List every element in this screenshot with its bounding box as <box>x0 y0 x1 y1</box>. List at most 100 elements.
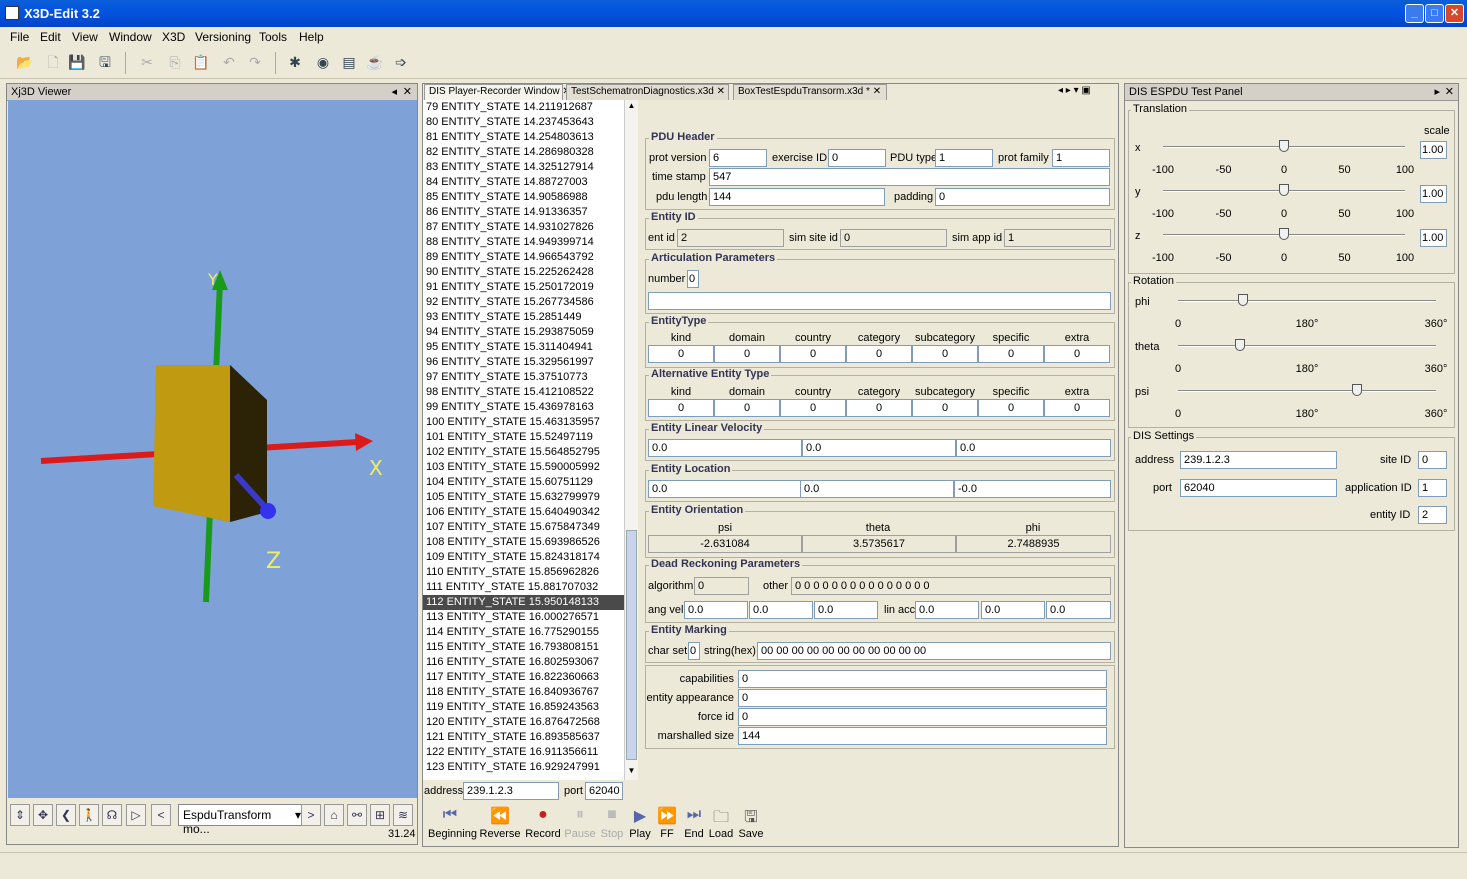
menu-x3d[interactable]: X3D <box>162 30 185 44</box>
location-z-field[interactable]: -0.0 <box>954 480 1111 498</box>
list-item[interactable]: 94 ENTITY_STATE 15.293875059 <box>423 325 624 340</box>
charset-field[interactable]: 0 <box>688 642 700 660</box>
paste-icon[interactable]: 📋 <box>191 52 211 72</box>
other-field[interactable]: 0 0 0 0 0 0 0 0 0 0 0 0 0 0 0 <box>791 577 1111 595</box>
type-extra-field[interactable]: 0 <box>1044 345 1110 363</box>
sim-site-id-field[interactable]: 0 <box>840 229 947 247</box>
menu-edit[interactable]: Edit <box>40 30 61 44</box>
play-mode-icon[interactable]: ▷ <box>126 804 146 826</box>
tab-player-recorder[interactable]: DIS Player-Recorder Window ✕ <box>424 84 571 100</box>
phi-field[interactable]: 2.7488935 <box>956 535 1111 553</box>
type-subcategory-field[interactable]: 0 <box>912 399 978 417</box>
java-icon[interactable]: ☕ <box>365 52 385 72</box>
type-domain-field[interactable]: 0 <box>714 345 780 363</box>
binoculars-icon[interactable]: ⚯ <box>347 804 367 826</box>
rotation-slider-psi[interactable] <box>1178 390 1436 392</box>
theta-field[interactable]: 3.5735617 <box>802 535 956 553</box>
type-country-field[interactable]: 0 <box>780 399 846 417</box>
appearance-field[interactable]: 0 <box>738 689 1107 707</box>
espdu-entity-id-field[interactable]: 2 <box>1418 506 1447 524</box>
lin-acc-x-field[interactable]: 0.0 <box>915 601 979 619</box>
list-item[interactable]: 115 ENTITY_STATE 16.793808151 <box>423 640 624 655</box>
scale-field-x[interactable]: 1.00 <box>1420 141 1447 159</box>
list-item[interactable]: 91 ENTITY_STATE 15.250172019 <box>423 280 624 295</box>
list-item[interactable]: 100 ENTITY_STATE 15.463135957 <box>423 415 624 430</box>
list-item[interactable]: 83 ENTITY_STATE 14.325127914 <box>423 160 624 175</box>
velocity-z-field[interactable]: 0.0 <box>956 439 1111 457</box>
pan-icon[interactable]: ⇕ <box>10 804 30 826</box>
type-specific-field[interactable]: 0 <box>978 399 1044 417</box>
psi-field[interactable]: -2.631084 <box>648 535 802 553</box>
beginning-button[interactable]: ⏮ Beginning <box>428 806 477 840</box>
prot-family-field[interactable]: 1 <box>1052 149 1110 167</box>
examine-icon[interactable]: ❮ <box>56 804 76 826</box>
scale-field-y[interactable]: 1.00 <box>1420 185 1447 203</box>
list-item[interactable]: 90 ENTITY_STATE 15.225262428 <box>423 265 624 280</box>
list-item[interactable]: 106 ENTITY_STATE 15.640490342 <box>423 505 624 520</box>
list-item[interactable]: 108 ENTITY_STATE 15.693986526 <box>423 535 624 550</box>
menu-view[interactable]: View <box>72 30 98 44</box>
list-item[interactable]: 97 ENTITY_STATE 15.37510773 <box>423 370 624 385</box>
scale-field-z[interactable]: 1.00 <box>1420 229 1447 247</box>
next-viewpoint-icon[interactable]: > <box>301 804 321 826</box>
minimize-button[interactable]: _ <box>1405 4 1424 23</box>
articulation-number-field[interactable]: 0 <box>687 270 699 288</box>
list-item[interactable]: 103 ENTITY_STATE 15.590005992 <box>423 460 624 475</box>
fly-icon[interactable]: ✥ <box>33 804 53 826</box>
pdu-length-field[interactable]: 144 <box>709 188 885 206</box>
address-field[interactable]: 239.1.2.3 <box>463 782 559 800</box>
list-item[interactable]: 82 ENTITY_STATE 14.286980328 <box>423 145 624 160</box>
redo-icon[interactable]: ↷ <box>245 52 265 72</box>
list-item[interactable]: 116 ENTITY_STATE 16.802593067 <box>423 655 624 670</box>
location-y-field[interactable]: 0.0 <box>800 480 954 498</box>
ent-id-field[interactable]: 2 <box>677 229 784 247</box>
port-field[interactable]: 62040 <box>585 782 623 800</box>
maximize-button[interactable]: □ <box>1425 4 1444 23</box>
list-item[interactable]: 99 ENTITY_STATE 15.436978163 <box>423 400 624 415</box>
rotation-thumb-phi[interactable] <box>1237 294 1248 306</box>
list-item[interactable]: 101 ENTITY_STATE 15.52497119 <box>423 430 624 445</box>
translation-thumb-y[interactable] <box>1279 184 1289 196</box>
lin-acc-z-field[interactable]: 0.0 <box>1046 601 1111 619</box>
translation-thumb-x[interactable] <box>1279 140 1289 152</box>
copy-icon[interactable]: ⎘ <box>165 52 185 72</box>
x3d-validate-icon[interactable]: ✱ <box>285 52 305 72</box>
menu-help[interactable]: Help <box>299 30 324 44</box>
algorithm-field[interactable]: 0 <box>694 577 749 595</box>
ang-vel-x-field[interactable]: 0.0 <box>684 601 748 619</box>
list-item[interactable]: 113 ENTITY_STATE 16.000276571 <box>423 610 624 625</box>
menu-window[interactable]: Window <box>109 30 152 44</box>
save-all-icon[interactable]: 🖫 <box>95 52 115 72</box>
rotation-thumb-theta[interactable] <box>1234 339 1245 351</box>
translation-thumb-z[interactable] <box>1279 228 1289 240</box>
list-item[interactable]: 93 ENTITY_STATE 15.2851449 <box>423 310 624 325</box>
type-kind-field[interactable]: 0 <box>648 345 714 363</box>
straighten-icon[interactable]: ≋ <box>393 804 413 826</box>
location-x-field[interactable]: 0.0 <box>648 480 802 498</box>
list-item[interactable]: 87 ENTITY_STATE 14.931027826 <box>423 220 624 235</box>
menu-file[interactable]: File <box>10 30 29 44</box>
list-item[interactable]: 114 ENTITY_STATE 16.775290155 <box>423 625 624 640</box>
tab-scroll-controls[interactable]: ◂ ▸ ▾ ▣ <box>1058 85 1091 96</box>
home-icon[interactable]: ⌂ <box>324 804 344 826</box>
view-icon[interactable]: ◉ <box>313 52 333 72</box>
list-item[interactable]: 102 ENTITY_STATE 15.564852795 <box>423 445 624 460</box>
forward-arrow-icon[interactable]: ➩ <box>391 52 411 72</box>
rotation-thumb-psi[interactable] <box>1352 384 1363 396</box>
list-item[interactable]: 120 ENTITY_STATE 16.876472568 <box>423 715 624 730</box>
minimize-panel-icon[interactable]: ◂ <box>391 85 397 98</box>
open-folder-icon[interactable]: 📂 <box>15 52 35 72</box>
list-item[interactable]: 107 ENTITY_STATE 15.675847349 <box>423 520 624 535</box>
undo-icon[interactable]: ↶ <box>219 52 239 72</box>
3d-viewport[interactable]: X Y Z <box>8 100 417 798</box>
lin-acc-y-field[interactable]: 0.0 <box>981 601 1045 619</box>
articulation-list[interactable] <box>648 292 1111 310</box>
force-id-field[interactable]: 0 <box>738 708 1107 726</box>
string-hex-field[interactable]: 00 00 00 00 00 00 00 00 00 00 00 <box>757 642 1111 660</box>
capabilities-field[interactable]: 0 <box>738 670 1107 688</box>
tab-schematron[interactable]: TestSchematronDiagnostics.x3d ✕ <box>566 84 729 100</box>
time-stamp-field[interactable]: 547 <box>709 168 1110 186</box>
list-item[interactable]: 96 ENTITY_STATE 15.329561997 <box>423 355 624 370</box>
close-panel-icon[interactable]: ✕ <box>1445 85 1454 98</box>
menu-versioning[interactable]: Versioning <box>195 30 251 44</box>
